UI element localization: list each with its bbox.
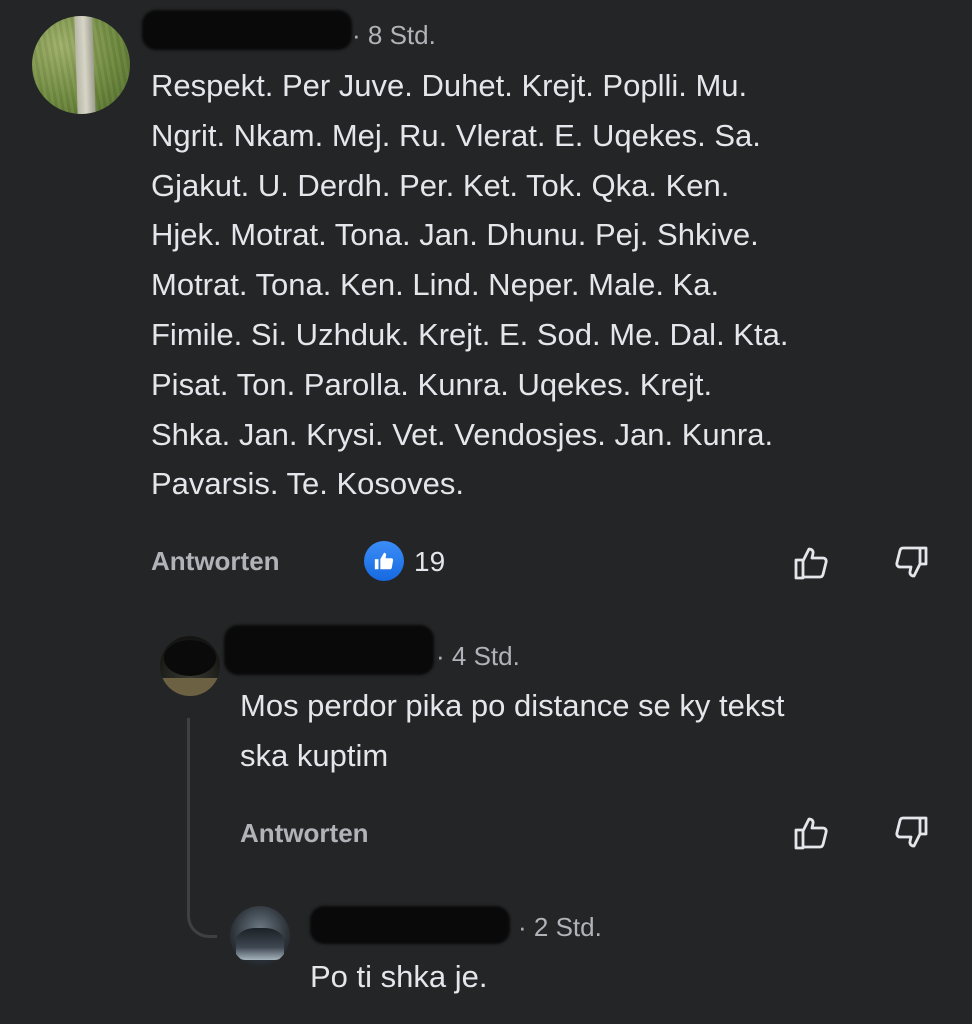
reply-1-avatar[interactable] <box>160 636 220 696</box>
like-reaction-icon[interactable] <box>364 541 404 581</box>
reply-1-name-redacted[interactable] <box>224 625 434 675</box>
reply-1-upvote-button[interactable] <box>790 811 834 855</box>
avatar-figure <box>164 640 216 676</box>
reply-2-text: Po ti shka je. <box>310 959 488 994</box>
commenter-avatar[interactable] <box>32 16 130 114</box>
reply-2-timestamp: · 2 Std. <box>518 912 602 942</box>
reply-2-avatar[interactable] <box>230 906 290 966</box>
reply-button[interactable]: Antworten <box>151 546 280 577</box>
comment-text: Respekt. Per Juve. Duhet. Krejt. Poplli.… <box>151 68 789 502</box>
thumbs-up-outline-icon <box>794 817 828 850</box>
reply-1-text: Mos perdor pika po distance se ky tekst … <box>240 688 785 773</box>
thread-connector-line <box>187 718 217 938</box>
upvote-button[interactable] <box>790 541 834 585</box>
thumbs-down-outline-icon <box>895 816 928 848</box>
comment-timestamp: · 8 Std. <box>352 20 436 50</box>
thumbs-down-outline-icon <box>895 546 928 578</box>
reply-2-name-redacted[interactable] <box>310 906 510 944</box>
thumbs-up-icon <box>374 552 394 570</box>
avatar-figure <box>236 928 284 960</box>
downvote-button[interactable] <box>888 541 932 585</box>
reply-1-downvote-button[interactable] <box>888 811 932 855</box>
like-count: 19 <box>414 546 446 577</box>
avatar-path <box>74 16 96 114</box>
reply-1-timestamp: · 4 Std. <box>436 641 520 671</box>
reply-1-reply-button[interactable]: Antworten <box>240 818 369 849</box>
thumbs-up-outline-icon <box>794 547 828 580</box>
avatar-ground <box>160 678 220 696</box>
commenter-name-redacted[interactable] <box>142 10 352 50</box>
